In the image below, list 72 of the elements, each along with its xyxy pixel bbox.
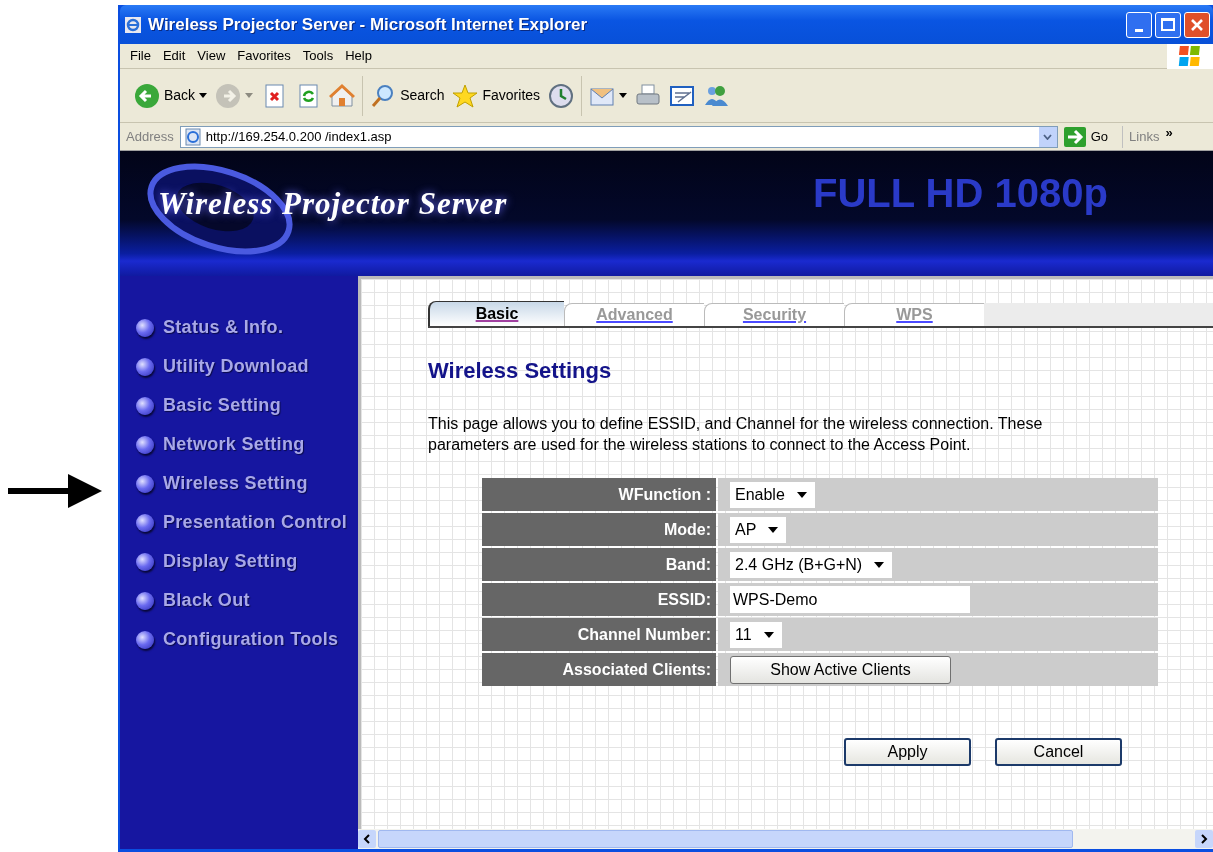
field-label: ESSID: (482, 583, 716, 616)
minimize-button[interactable] (1126, 11, 1152, 38)
field-label: Band: (482, 548, 716, 581)
bullet-icon (136, 591, 154, 610)
search-button[interactable]: Search (366, 75, 449, 116)
scrollbar-thumb[interactable] (378, 830, 1073, 848)
menu-item[interactable]: Tools (298, 46, 338, 66)
menu-item[interactable]: Favorites (233, 46, 295, 66)
close-button[interactable] (1184, 11, 1210, 38)
menu-item[interactable]: Edit (158, 46, 190, 66)
dropdown-caret-icon[interactable] (199, 93, 208, 98)
bullet-icon (136, 630, 154, 649)
tab-label: Advanced (596, 305, 673, 325)
bullet-icon (136, 357, 154, 376)
tab[interactable]: Basic (428, 301, 564, 326)
sidebar-link[interactable]: Configuration Tools (163, 626, 339, 653)
menu-item[interactable]: File (126, 46, 155, 66)
page-description: This page allows you to define ESSID, and Channel for the wireless connection. These parameters are used for the wireless stations to connect to the Access Point. (428, 414, 1044, 455)
window-title: Wireless Projector Server - Microsoft Internet Explorer (148, 13, 588, 36)
menu-item[interactable]: View (193, 46, 230, 66)
essid-field[interactable]: WPS-Demo (730, 586, 970, 613)
maximize-button[interactable] (1155, 11, 1181, 38)
back-button[interactable]: Back (130, 75, 212, 116)
sidebar-link[interactable]: Network Setting (163, 431, 305, 458)
sidebar-link[interactable]: Presentation Control (163, 509, 347, 536)
sidebar-link[interactable]: Wireless Setting (163, 470, 308, 497)
tab-label: Basic (475, 304, 519, 324)
scroll-right-button[interactable] (1195, 830, 1213, 848)
sidebar-link[interactable]: Display Setting (163, 548, 298, 575)
dropdown[interactable]: AP (730, 516, 787, 543)
bullet-icon (136, 318, 154, 337)
sidebar-link[interactable]: Basic Setting (163, 392, 281, 419)
caret-icon (768, 526, 779, 533)
tab-label: Security (742, 305, 807, 325)
page-icon (183, 127, 202, 146)
field-label: Mode: (482, 513, 716, 546)
bullet-icon (136, 396, 154, 415)
caret-icon (796, 491, 807, 498)
sidebar-link[interactable]: Black Out (163, 587, 250, 614)
bullet-icon (136, 435, 154, 454)
scroll-left-button[interactable] (358, 830, 376, 848)
favorites-button[interactable]: Favorites (448, 75, 545, 116)
bullet-icon (136, 474, 154, 493)
pointer-arrow-icon (8, 474, 102, 508)
dropdown[interactable]: 2.4 GHz (B+G+N) (730, 551, 893, 578)
form-button[interactable]: Cancel (995, 738, 1122, 766)
bullet-icon (136, 552, 154, 571)
banner-title: Wireless Projector Server (158, 185, 508, 223)
clock-icon (548, 82, 575, 109)
address-label: Address (126, 127, 174, 146)
sidebar-link[interactable]: Utility Download (163, 353, 309, 380)
menu-item[interactable]: Help (341, 46, 376, 66)
field-label: Associated Clients: (482, 653, 716, 686)
address-field[interactable]: http://169.254.0.200 /index1.asp (179, 125, 1058, 148)
close-icon (1190, 17, 1204, 32)
caret-icon (763, 631, 774, 638)
bullet-icon (136, 513, 154, 532)
dropdown[interactable]: Enable (730, 481, 815, 508)
banner-tagline: FULL HD 1080p (813, 170, 1108, 217)
tab-label: WPS (896, 305, 933, 325)
caret-icon (874, 561, 885, 568)
dropdown-caret-icon[interactable] (619, 93, 628, 98)
show-clients-button[interactable]: Show Active Clients (730, 655, 951, 684)
dropdown[interactable]: 11 (730, 621, 782, 648)
form-button[interactable]: Apply (844, 738, 971, 766)
field-label: Channel Number: (482, 618, 716, 651)
page-heading: Wireless Settings (428, 357, 613, 385)
more-links-chevron[interactable]: » (1165, 122, 1173, 143)
field-label: WFunction : (482, 478, 716, 511)
sidebar-link[interactable]: Status & Info. (163, 314, 284, 341)
star-icon (452, 82, 479, 109)
home-icon (329, 82, 356, 109)
